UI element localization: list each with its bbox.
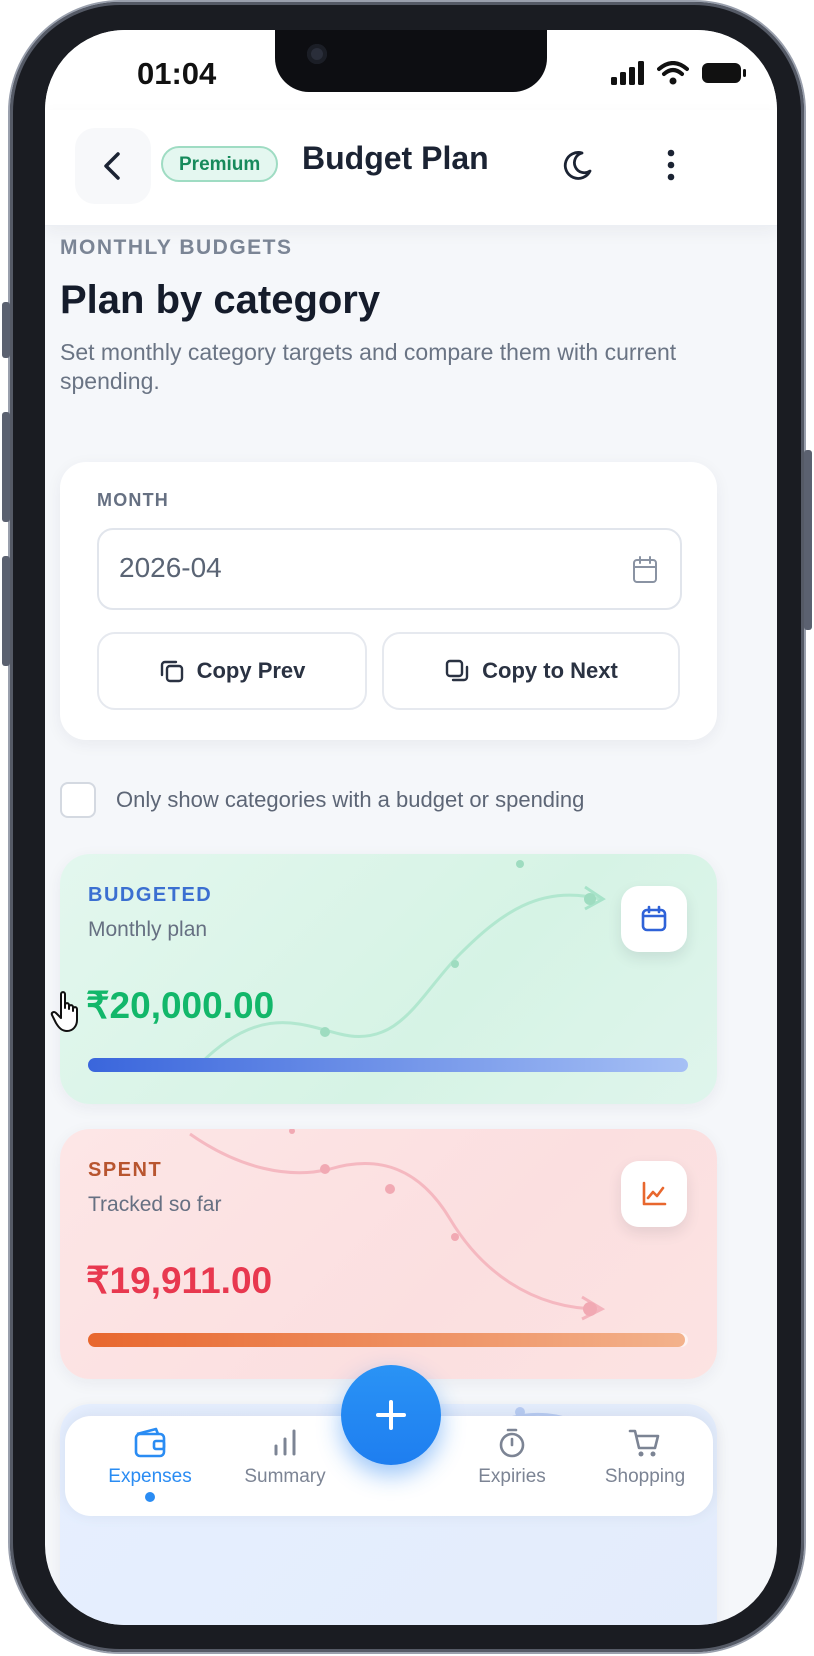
tab-shopping[interactable]: Shopping — [580, 1426, 710, 1510]
back-button[interactable] — [75, 128, 151, 204]
tab-expenses-label: Expenses — [108, 1466, 192, 1487]
cellular-signal-icon — [611, 61, 644, 85]
line-chart-icon — [642, 1181, 667, 1206]
status-bar: 01:04 — [45, 30, 777, 110]
budgeted-icon-box — [621, 886, 687, 952]
copy-icon — [160, 660, 183, 683]
spent-progress-track — [88, 1333, 688, 1347]
theme-toggle-button[interactable] — [555, 144, 599, 188]
premium-badge: Premium — [161, 146, 279, 182]
spent-icon-box — [621, 1161, 687, 1227]
tab-shopping-label: Shopping — [604, 1466, 686, 1487]
wifi-icon — [657, 61, 689, 85]
cart-icon — [628, 1429, 660, 1457]
filter-checkbox[interactable] — [60, 782, 96, 818]
budgeted-progress-fill — [88, 1058, 688, 1072]
side-button-mute — [2, 302, 10, 358]
side-button-volume-down — [2, 556, 10, 666]
hand-pointer-cursor-icon — [50, 991, 78, 1032]
copy-prev-button[interactable]: Copy Prev — [97, 632, 367, 710]
stopwatch-icon — [499, 1428, 525, 1458]
status-icons — [611, 58, 747, 88]
spent-card: SPENT Tracked so far ₹19,911.00 — [60, 1129, 717, 1379]
spent-progress-fill — [88, 1333, 686, 1347]
copy-forward-icon — [445, 659, 469, 682]
spent-subtitle: Tracked so far — [88, 1193, 222, 1216]
budgeted-progress-track — [88, 1058, 688, 1072]
copy-next-label: Copy to Next — [482, 658, 618, 683]
month-picker-input[interactable]: 2026-04 — [97, 528, 682, 610]
tab-summary-label: Summary — [244, 1466, 326, 1487]
moon-icon — [563, 151, 592, 180]
add-expense-button[interactable] — [341, 1365, 441, 1465]
budgeted-kicker: BUDGETED — [88, 884, 213, 906]
side-button-power — [804, 450, 812, 630]
calendar-icon — [641, 905, 667, 932]
month-label: MONTH — [97, 490, 169, 510]
battery-icon — [702, 63, 746, 83]
active-tab-indicator — [145, 1492, 155, 1502]
camera-icon — [307, 44, 327, 64]
month-value: 2026-04 — [119, 552, 222, 583]
section-kicker: MONTHLY BUDGETS — [60, 236, 293, 259]
tab-expenses[interactable]: Expenses — [85, 1426, 215, 1510]
calendar-icon[interactable] — [632, 556, 658, 584]
bar-chart-icon — [274, 1429, 296, 1456]
notch — [275, 30, 547, 92]
app-header: Premium Budget Plan — [45, 110, 777, 226]
spent-amount: ₹19,911.00 — [86, 1260, 273, 1301]
page-title: Budget Plan — [302, 140, 489, 176]
plus-icon — [376, 1400, 406, 1430]
copy-next-button[interactable]: Copy to Next — [382, 632, 680, 710]
filter-label: Only show categories with a budget or sp… — [116, 787, 585, 812]
phone-screen: 01:04 Premium Budget Plan MONTHLY BUDGET… — [45, 30, 777, 1625]
copy-prev-label: Copy Prev — [196, 658, 306, 683]
chevron-left-icon — [104, 152, 120, 180]
more-vertical-icon — [667, 149, 675, 181]
section-description: Set monthly category targets and compare… — [60, 339, 677, 394]
filter-row: Only show categories with a budget or sp… — [60, 782, 584, 818]
side-button-volume-up — [2, 412, 10, 522]
tab-summary[interactable]: Summary — [220, 1426, 350, 1510]
budgeted-card: BUDGETED Monthly plan ₹20,000.00 — [60, 854, 717, 1104]
tab-expiries[interactable]: Expiries — [447, 1426, 577, 1510]
budgeted-amount: ₹20,000.00 — [86, 985, 275, 1026]
spent-kicker: SPENT — [88, 1159, 163, 1181]
more-menu-button[interactable] — [649, 140, 693, 190]
status-time: 01:04 — [137, 56, 217, 91]
month-card: MONTH 2026-04 Copy Prev Copy to Next — [60, 462, 717, 740]
wallet-icon — [134, 1427, 166, 1458]
budgeted-subtitle: Monthly plan — [88, 918, 208, 941]
section-title: Plan by category — [60, 278, 381, 322]
tab-expiries-label: Expiries — [478, 1466, 546, 1487]
